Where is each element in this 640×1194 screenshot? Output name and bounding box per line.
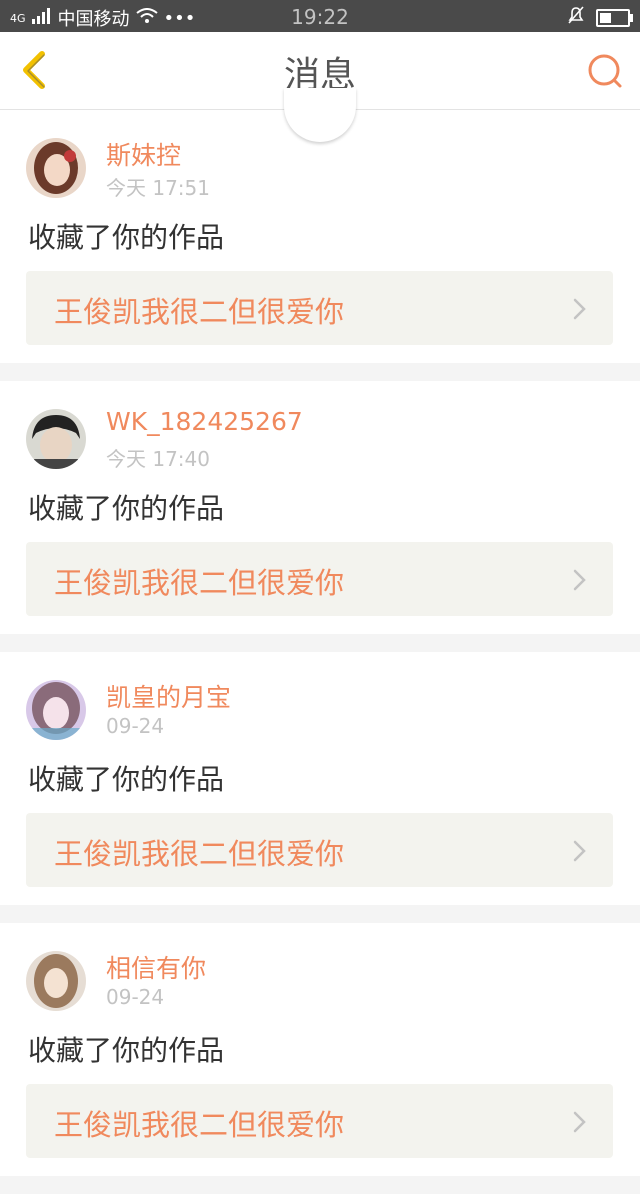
action-text: 收藏了你的作品 — [28, 492, 225, 525]
status-bar: 4G 中国移动 ••• 19:22 — [0, 0, 640, 32]
work-title: 王俊凯我很二但很爱你 — [54, 566, 345, 600]
battery-icon — [596, 8, 633, 27]
notification-item: 相信有你 09-24 收藏了你的作品 王俊凯我很二但很爱你 — [0, 923, 640, 1176]
work-link[interactable]: 王俊凯我很二但很爱你 — [26, 813, 613, 887]
username-link[interactable]: 斯妹控 — [106, 136, 181, 172]
avatar[interactable] — [26, 951, 86, 1011]
search-icon — [588, 54, 622, 88]
notification-item: 凯皇的月宝 09-24 收藏了你的作品 王俊凯我很二但很爱你 — [0, 652, 640, 905]
avatar[interactable] — [26, 409, 86, 469]
notification-item: 斯妹控 今天 17:51 收藏了你的作品 王俊凯我很二但很爱你 — [0, 110, 640, 363]
chevron-right-icon — [573, 298, 586, 320]
chevron-right-icon — [573, 569, 586, 591]
action-text: 收藏了你的作品 — [28, 221, 225, 254]
search-button[interactable] — [586, 52, 624, 90]
work-link[interactable]: 王俊凯我很二但很爱你 — [26, 271, 613, 345]
chevron-right-icon — [573, 840, 586, 862]
timestamp: 09-24 — [106, 714, 165, 738]
username-link[interactable]: 相信有你 — [106, 949, 206, 985]
work-link[interactable]: 王俊凯我很二但很爱你 — [26, 1084, 613, 1158]
notification-item: WK_182425267 今天 17:40 收藏了你的作品 王俊凯我很二但很爱你 — [0, 381, 640, 634]
notification-list: 斯妹控 今天 17:51 收藏了你的作品 王俊凯我很二但很爱你 WK_18242… — [0, 110, 640, 1194]
clock: 19:22 — [291, 5, 349, 29]
timestamp: 09-24 — [106, 985, 165, 1009]
avatar[interactable] — [26, 138, 86, 198]
chevron-right-icon — [573, 1111, 586, 1133]
work-link[interactable]: 王俊凯我很二但很爱你 — [26, 542, 613, 616]
action-text: 收藏了你的作品 — [28, 763, 225, 796]
avatar[interactable] — [26, 680, 86, 740]
work-title: 王俊凯我很二但很爱你 — [54, 295, 345, 329]
timestamp: 今天 17:51 — [106, 176, 210, 200]
username-link[interactable]: WK_182425267 — [106, 407, 303, 436]
work-title: 王俊凯我很二但很爱你 — [54, 837, 345, 871]
mute-bell-icon — [566, 5, 586, 30]
timestamp: 今天 17:40 — [106, 447, 210, 471]
username-link[interactable]: 凯皇的月宝 — [106, 678, 231, 714]
action-text: 收藏了你的作品 — [28, 1034, 225, 1067]
